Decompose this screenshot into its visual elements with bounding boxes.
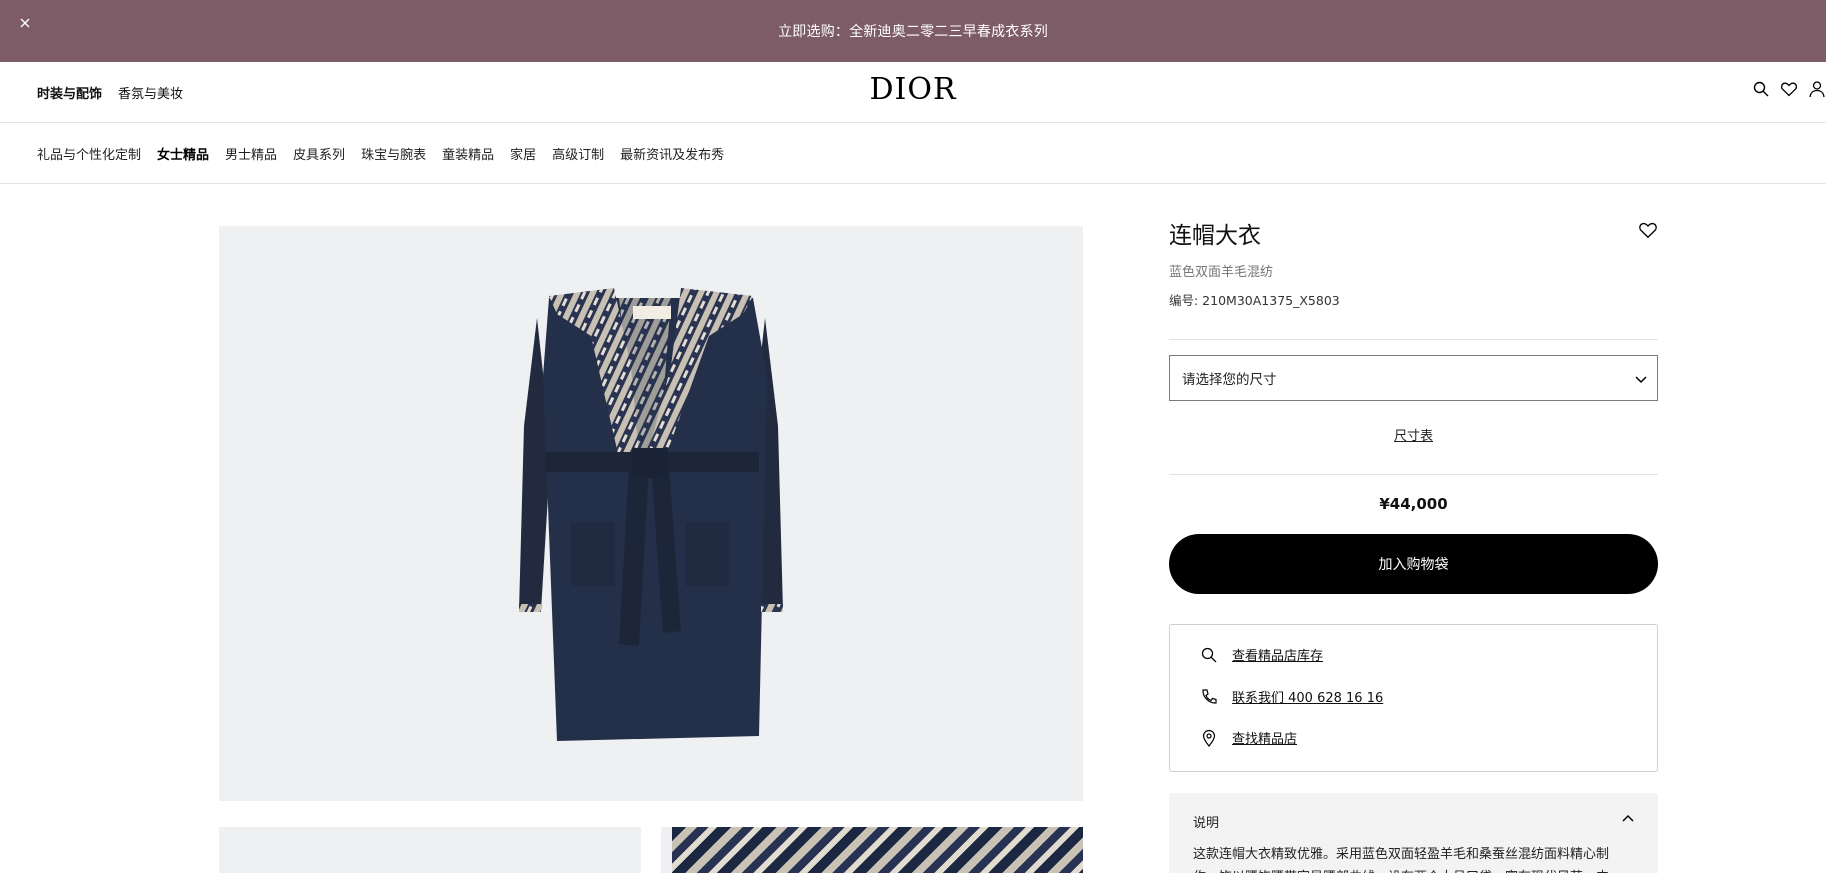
- promo-link[interactable]: 立即选购：全新迪奥二零二三早春成衣系列: [778, 21, 1048, 41]
- search-icon: [1200, 646, 1218, 664]
- stock-check-row[interactable]: 查看精品店库存: [1200, 645, 1323, 664]
- product-main-image[interactable]: [219, 226, 1083, 801]
- category-news-shows[interactable]: 最新资讯及发布秀: [620, 144, 724, 163]
- size-select[interactable]: 请选择您的尺寸: [1169, 355, 1658, 401]
- category-nav: 礼品与个性化定制 女士精品 男士精品 皮具系列 珠宝与腕表 童装精品 家居 高级…: [0, 123, 1826, 184]
- site-header: 时装与配饰 香氛与美妆 DIOR: [0, 62, 1826, 123]
- divider: [1169, 474, 1658, 475]
- contact-row[interactable]: 联系我们 400 628 16 16: [1200, 687, 1383, 706]
- search-icon[interactable]: [1752, 80, 1770, 98]
- size-guide-link[interactable]: 尺寸表: [1169, 425, 1658, 444]
- product-title: 连帽大衣: [1169, 223, 1261, 249]
- category-gifts[interactable]: 礼品与个性化定制: [37, 144, 141, 163]
- product-price: ¥44,000: [1379, 495, 1448, 513]
- size-select-placeholder: 请选择您的尺寸: [1182, 372, 1277, 388]
- category-men[interactable]: 男士精品: [225, 144, 277, 163]
- contact-link[interactable]: 联系我们 400 628 16 16: [1232, 687, 1383, 706]
- add-to-bag-button[interactable]: 加入购物袋: [1169, 534, 1658, 594]
- heart-icon[interactable]: [1780, 80, 1798, 98]
- description-header[interactable]: 说明: [1193, 812, 1219, 831]
- category-kids[interactable]: 童装精品: [442, 144, 494, 163]
- location-pin-icon: [1200, 729, 1218, 747]
- dior-logo[interactable]: DIOR: [0, 72, 1826, 107]
- description-accordion: 说明 这款连帽大衣精致优雅。采用蓝色双面轻盈羊毛和桑蚕丝混纺面料精心制作，饰以腰…: [1169, 793, 1658, 873]
- category-home[interactable]: 家居: [510, 144, 536, 163]
- promo-banner: 立即选购：全新迪奥二零二三早春成衣系列: [0, 0, 1826, 62]
- close-icon[interactable]: [16, 14, 34, 32]
- header-icons: [1752, 80, 1826, 98]
- store-services: 查看精品店库存 联系我们 400 628 16 16 查找精品店: [1169, 624, 1658, 772]
- category-jewelry-watches[interactable]: 珠宝与腕表: [361, 144, 426, 163]
- product-thumbnail-1[interactable]: [219, 827, 641, 873]
- coat-illustration: [519, 288, 783, 741]
- chevron-up-icon[interactable]: [1620, 811, 1636, 827]
- category-haute-couture[interactable]: 高级订制: [552, 144, 604, 163]
- category-leather-goods[interactable]: 皮具系列: [293, 144, 345, 163]
- product-reference: 编号: 210M30A1375_X5803: [1169, 293, 1340, 308]
- user-icon[interactable]: [1808, 80, 1826, 98]
- heart-icon[interactable]: [1638, 220, 1658, 240]
- category-women[interactable]: 女士精品: [157, 144, 209, 163]
- product-info: 连帽大衣: [1169, 216, 1658, 250]
- fabric-detail-image: [672, 827, 1083, 873]
- phone-icon: [1200, 688, 1218, 706]
- description-text: 这款连帽大衣精致优雅。采用蓝色双面轻盈羊毛和桑蚕丝混纺面料精心制作，饰以腰饰腰带…: [1193, 847, 1610, 873]
- store-locator-link[interactable]: 查找精品店: [1232, 728, 1297, 747]
- divider: [1169, 339, 1658, 340]
- chevron-down-icon: [1633, 371, 1649, 387]
- store-locator-row[interactable]: 查找精品店: [1200, 728, 1297, 747]
- product-thumbnail-2[interactable]: [661, 827, 1083, 873]
- product-subtitle: 蓝色双面羊毛混纺: [1169, 265, 1274, 280]
- stock-check-link[interactable]: 查看精品店库存: [1232, 645, 1323, 664]
